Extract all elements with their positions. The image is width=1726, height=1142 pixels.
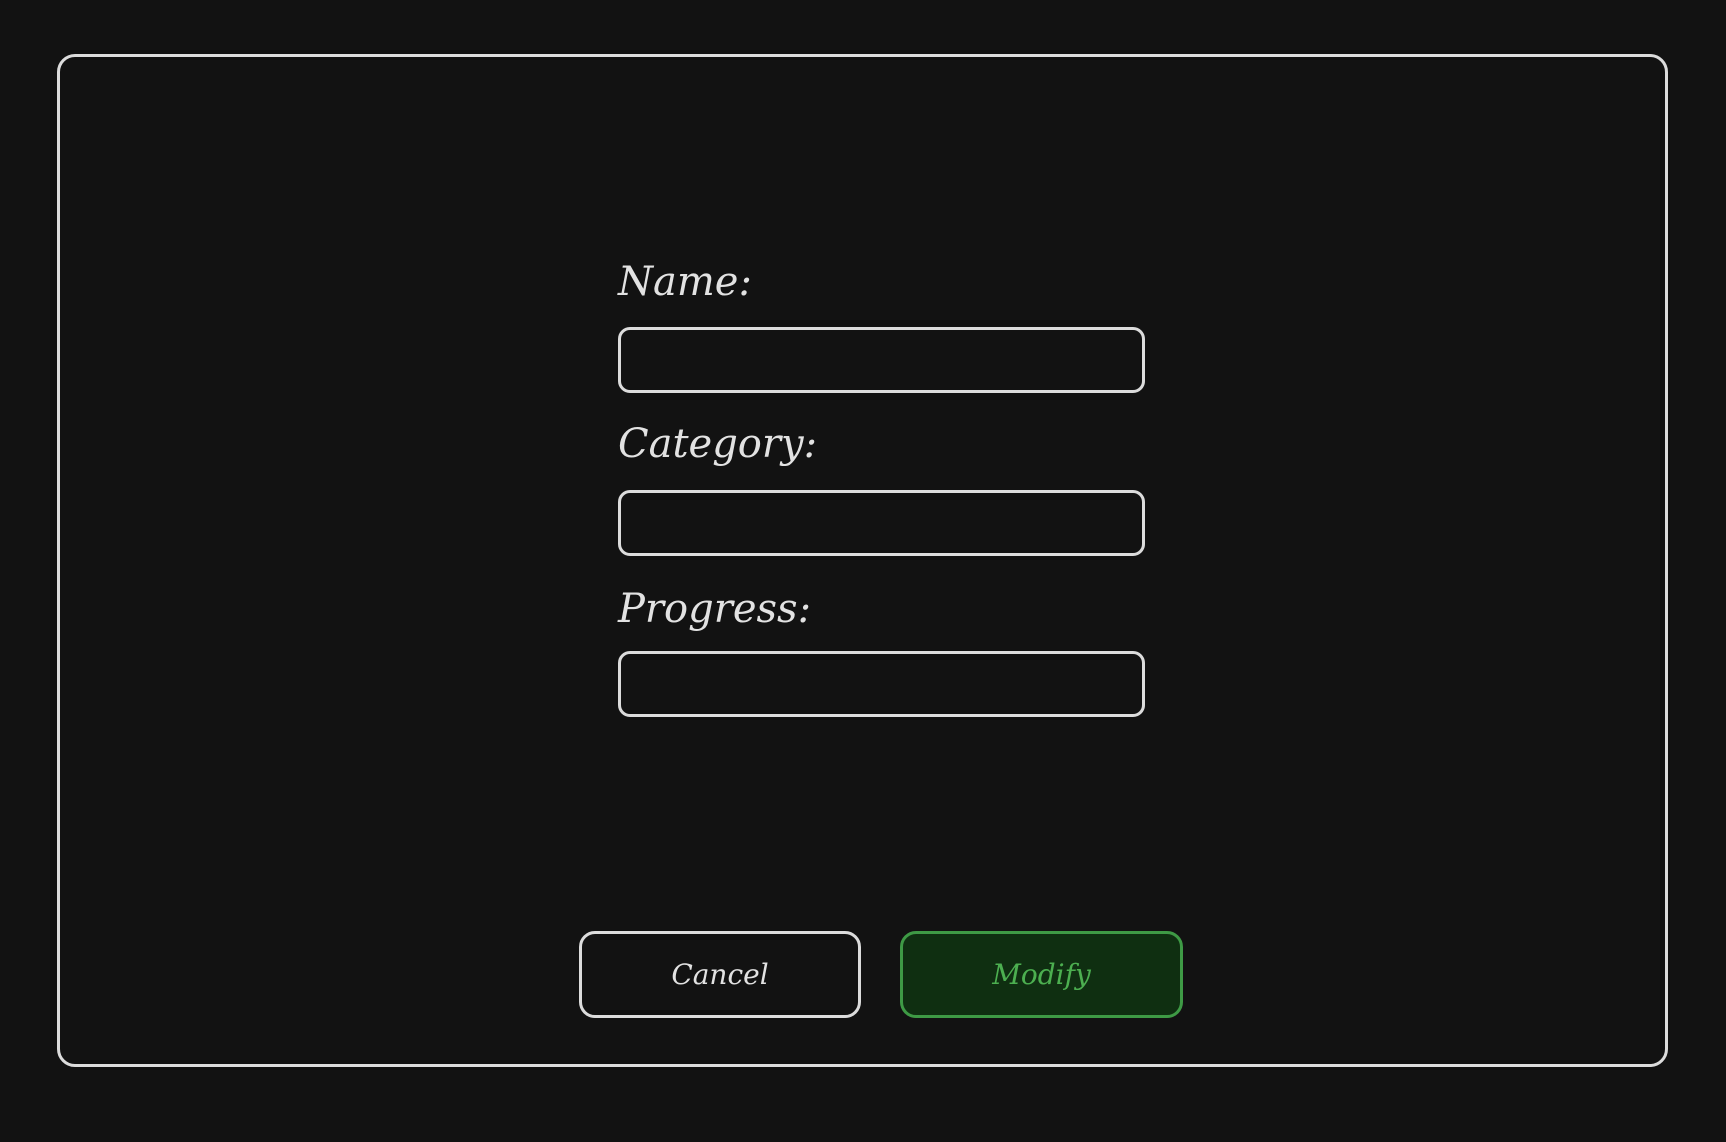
modify-button[interactable]: Modify xyxy=(900,931,1183,1018)
cancel-button[interactable]: Cancel xyxy=(579,931,861,1018)
dialog-frame xyxy=(57,54,1668,1067)
name-label: Name: xyxy=(618,259,752,305)
name-input[interactable] xyxy=(618,327,1145,393)
category-label: Category: xyxy=(618,421,818,467)
category-input[interactable] xyxy=(618,490,1145,556)
progress-label: Progress: xyxy=(618,586,812,632)
progress-input[interactable] xyxy=(618,651,1145,717)
